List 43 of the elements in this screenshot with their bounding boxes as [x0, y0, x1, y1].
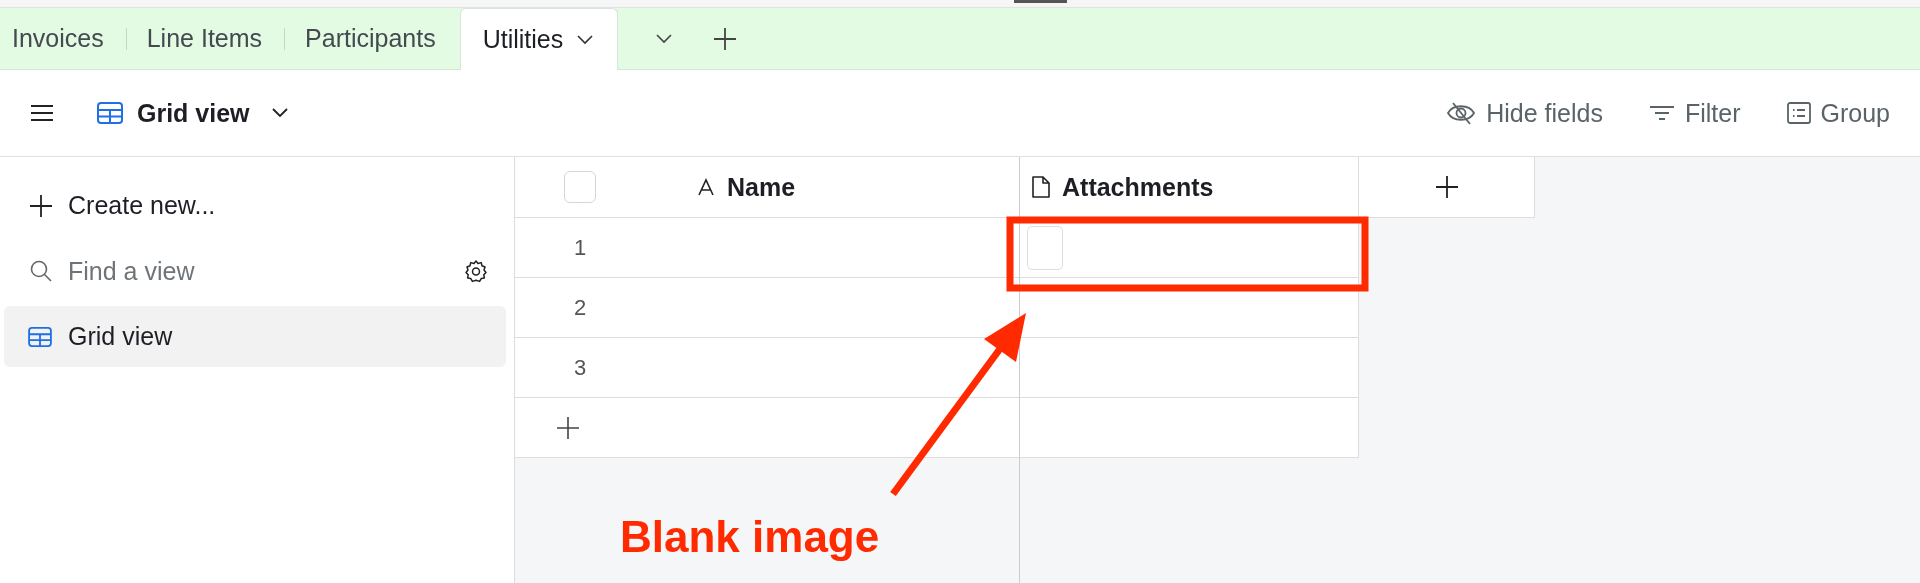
tab[interactable]: Utilities: [459, 8, 619, 70]
toolbar-button[interactable]: Group: [1786, 98, 1890, 128]
menu-icon[interactable]: [31, 105, 53, 121]
select-all-checkbox[interactable]: [564, 171, 596, 203]
search-icon: [30, 260, 52, 282]
add-row-icon[interactable]: [557, 416, 579, 439]
tab[interactable]: Line Items: [134, 8, 277, 69]
tab[interactable]: Invoices: [0, 8, 118, 69]
create-button[interactable]: Create new...: [4, 175, 506, 236]
list-icon: [1786, 102, 1811, 124]
filter-icon: [1648, 105, 1675, 121]
column-header[interactable]: Name: [681, 157, 1020, 217]
search-field[interactable]: Find a view: [68, 256, 448, 286]
toolbar-button[interactable]: Filter: [1648, 98, 1741, 128]
view-item[interactable]: Grid view: [4, 306, 506, 367]
add-tab-icon[interactable]: [714, 27, 737, 50]
tab[interactable]: Participants: [293, 8, 450, 69]
table-cell[interactable]: [1020, 278, 1359, 338]
table-cell[interactable]: [681, 338, 1020, 398]
table-cell[interactable]: [681, 398, 1020, 458]
table-cell[interactable]: [1020, 398, 1359, 458]
text-field-icon: [697, 178, 715, 196]
table-cell[interactable]: [1020, 338, 1359, 398]
row-number: 1: [573, 234, 587, 261]
annotation-label: Blank image: [620, 512, 880, 562]
caret-icon[interactable]: [656, 33, 673, 44]
caret-icon[interactable]: [271, 108, 288, 118]
plus-icon: [30, 194, 52, 217]
view-name[interactable]: Grid view: [137, 98, 250, 128]
grid-icon: [28, 326, 52, 347]
table-cell[interactable]: [681, 278, 1020, 338]
column-header[interactable]: Attachments: [1020, 157, 1359, 217]
row-number: 2: [573, 294, 587, 321]
add-field-icon[interactable]: [1435, 176, 1458, 198]
grid-icon: [97, 102, 123, 124]
row-number: 3: [573, 354, 587, 381]
toolbar-button[interactable]: Hide fields: [1446, 98, 1603, 128]
attachment-thumbnail[interactable]: [1027, 225, 1063, 270]
document-icon: [1032, 176, 1050, 198]
eye-slash-icon: [1446, 101, 1477, 125]
table-cell[interactable]: [681, 218, 1020, 278]
caret-icon: [577, 34, 594, 45]
settings-icon[interactable]: [464, 259, 488, 283]
